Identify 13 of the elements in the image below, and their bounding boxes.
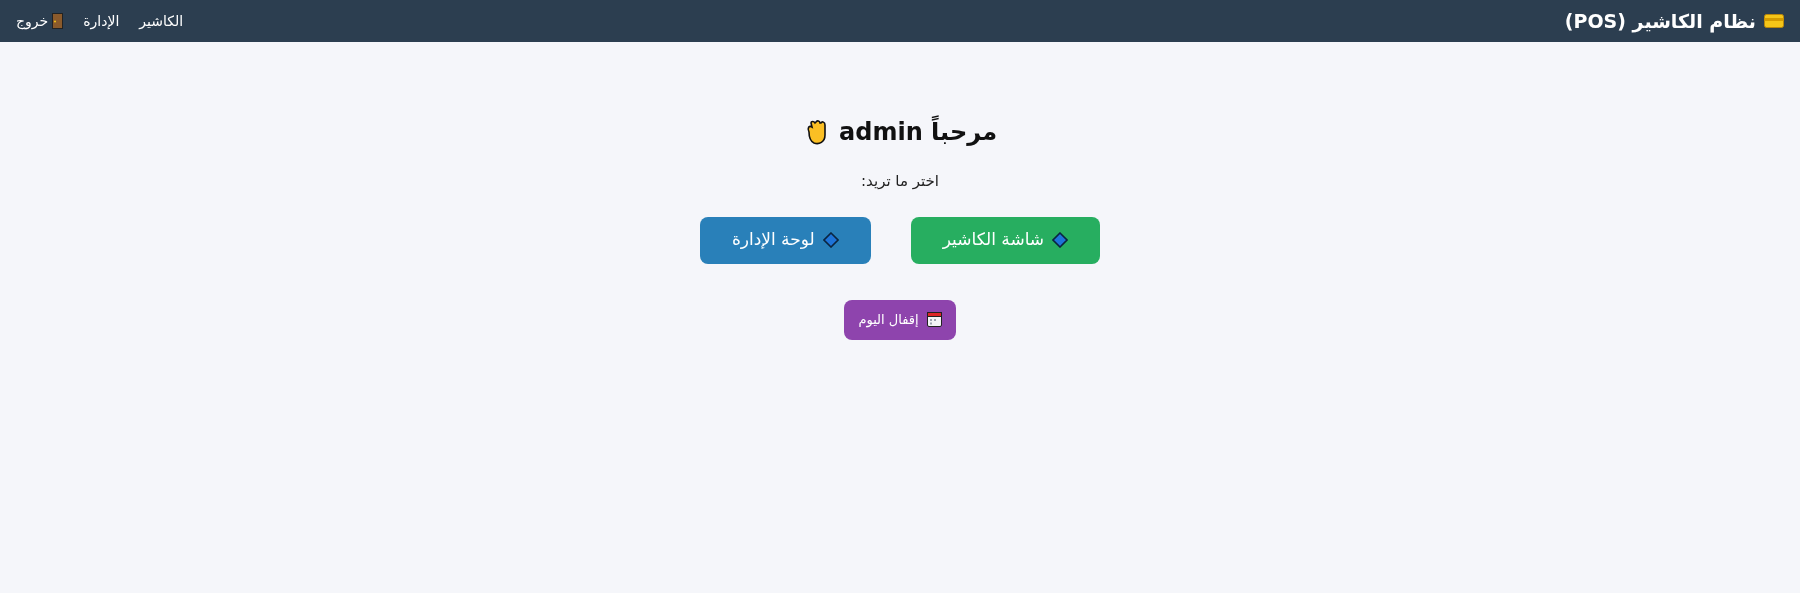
calendar-icon [926,312,942,327]
menu-button[interactable]: لوحة الإدارة [699,216,871,264]
app-title: نظام الكاشير (POS) [1564,8,1756,35]
nav-link[interactable]: الكاشير [139,10,184,32]
logout-link[interactable]: خروج [16,10,64,32]
close-day-button[interactable]: إقفال اليوم [844,299,956,340]
door-icon [52,13,64,29]
card-icon [1764,14,1784,28]
diamond-icon [822,232,839,248]
prompt-text: اختر ما تريد: [861,171,939,192]
greeting-heading: مرحباً admin [839,114,997,150]
nav-link[interactable]: الإدارة [83,10,120,32]
diamond-icon [1052,232,1069,248]
